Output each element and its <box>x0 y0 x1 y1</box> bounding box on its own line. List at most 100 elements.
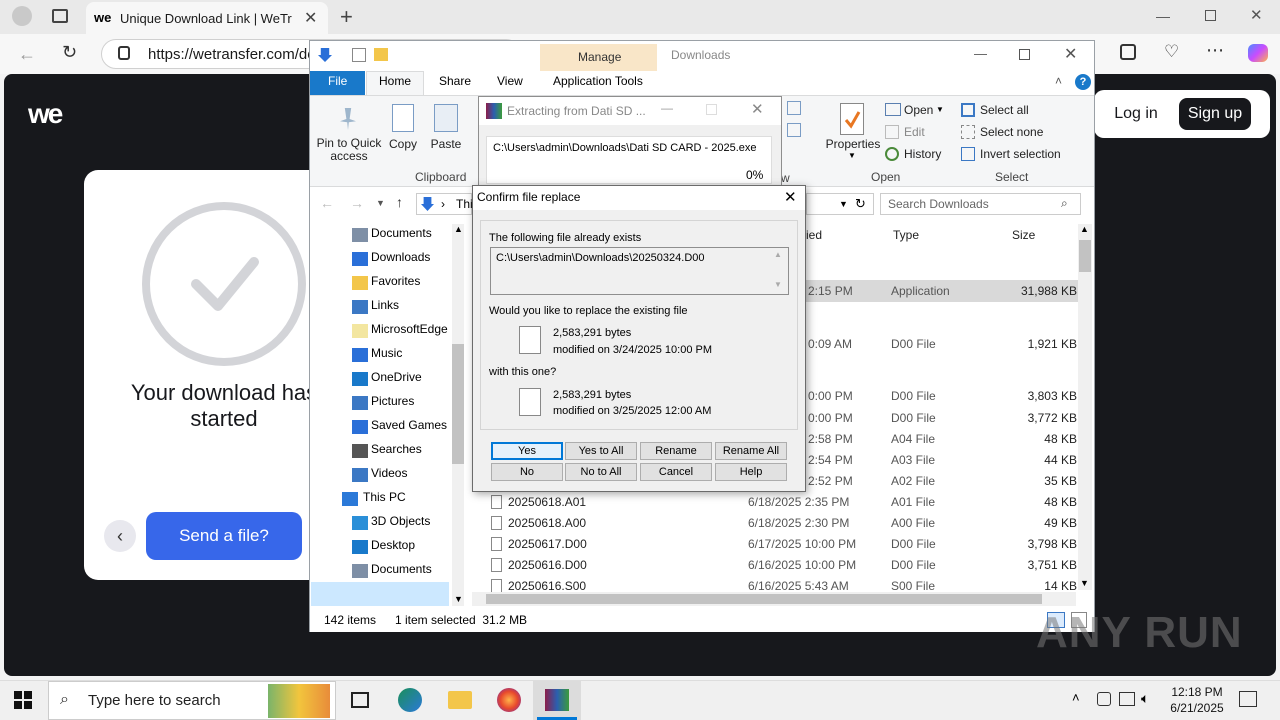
extract-close-icon[interactable]: ✕ <box>751 100 764 118</box>
address-path[interactable]: › This <box>416 193 479 215</box>
network-icon[interactable] <box>1119 692 1135 706</box>
more-menu-icon[interactable]: ⋯ <box>1206 40 1224 61</box>
tree-scroll-up-icon[interactable]: ▲ <box>454 224 463 234</box>
path-dropdown-icon[interactable]: ▼ <box>839 199 848 209</box>
tray-device-icon[interactable] <box>1097 692 1111 706</box>
history-button[interactable]: History <box>904 147 941 161</box>
properties-button[interactable]: Properties <box>824 137 882 151</box>
wetransfer-logo[interactable]: we <box>28 98 63 130</box>
tab-wetransfer[interactable]: we Unique Download Link | WeTransfer ✕ <box>86 2 328 34</box>
send-file-button[interactable]: Send a file? <box>146 512 302 560</box>
tab-share[interactable]: Share <box>439 74 471 88</box>
tree-item[interactable]: Music <box>371 346 402 360</box>
firefox-taskbar-icon[interactable] <box>497 688 521 712</box>
paste-button[interactable]: Paste <box>428 137 464 151</box>
file-explorer-taskbar-icon[interactable] <box>448 691 472 709</box>
tree-item[interactable]: Pictures <box>371 394 414 408</box>
nav-forward-icon[interactable]: → <box>350 195 364 211</box>
help-icon[interactable]: ? <box>1075 74 1091 90</box>
tree-item[interactable]: MicrosoftEdge <box>371 322 448 336</box>
new-tab-button[interactable]: + <box>340 4 353 30</box>
login-button[interactable]: Log in <box>1104 98 1168 130</box>
tree-item[interactable]: Videos <box>371 466 407 480</box>
horizontal-scroll-thumb[interactable] <box>486 594 1042 604</box>
rename-all-button[interactable]: Rename All <box>715 442 787 460</box>
tree-item[interactable]: Desktop <box>371 538 415 552</box>
tray-overflow-icon[interactable]: ˄ <box>1072 690 1080 705</box>
new-folder-qat-icon[interactable] <box>374 48 388 61</box>
collapse-ribbon-icon[interactable]: ˄ <box>1055 74 1062 88</box>
tree-item[interactable]: Documents <box>371 226 432 240</box>
search-downloads-input[interactable]: Search Downloads <box>880 193 1081 215</box>
close-tab-icon[interactable]: ✕ <box>304 8 317 28</box>
yes-button[interactable]: Yes <box>491 442 563 460</box>
lock-icon[interactable] <box>118 46 130 60</box>
tree-scroll-down-icon[interactable]: ▼ <box>454 594 463 604</box>
task-view-icon[interactable] <box>351 692 369 708</box>
move-to-icon[interactable] <box>787 101 801 115</box>
minimize-icon[interactable]: — <box>1156 8 1170 24</box>
winrar-taskbar-button[interactable] <box>533 681 581 720</box>
properties-dropdown-icon[interactable]: ▼ <box>848 151 856 160</box>
path-scroll-down-icon[interactable]: ▼ <box>774 280 782 289</box>
profile-icon[interactable] <box>12 6 32 26</box>
refresh-icon[interactable]: ↻ <box>62 42 77 63</box>
open-button[interactable]: Open <box>904 103 933 117</box>
tree-item[interactable]: This PC <box>363 490 406 504</box>
tree-item[interactable]: OneDrive <box>371 370 422 384</box>
file-scroll-thumb[interactable] <box>1079 240 1091 272</box>
notification-icon[interactable] <box>1239 691 1257 707</box>
help-button[interactable]: Help <box>715 463 787 481</box>
volume-icon[interactable]: 🔈︎ <box>1141 690 1149 707</box>
tree-item[interactable]: Saved Games <box>371 418 447 432</box>
tab-view[interactable]: View <box>497 74 523 88</box>
cancel-button[interactable]: Cancel <box>640 463 712 481</box>
address-path-end[interactable]: ▼ ↻ <box>806 193 874 215</box>
properties-qat-icon[interactable] <box>352 48 366 62</box>
windows-start-icon[interactable] <box>14 691 32 709</box>
horizontal-scrollbar[interactable] <box>472 592 1076 606</box>
path-scroll-up-icon[interactable]: ▲ <box>774 250 782 259</box>
tree-item[interactable]: Documents <box>371 562 432 576</box>
signup-button[interactable]: Sign up <box>1179 98 1251 130</box>
copilot-icon[interactable] <box>1248 44 1268 62</box>
open-dropdown-icon[interactable]: ▼ <box>936 105 944 114</box>
edit-button[interactable]: Edit <box>904 125 925 139</box>
refresh-path-icon[interactable]: ↻ <box>855 196 866 212</box>
no-to-all-button[interactable]: No to All <box>565 463 637 481</box>
explorer-minimize-icon[interactable]: — <box>974 46 987 61</box>
clock[interactable]: 12:18 PM 6/21/2025 <box>1160 684 1234 716</box>
select-all-button[interactable]: Select all <box>980 103 1029 117</box>
pin-to-quick-access-button[interactable]: Pin to Quick access <box>314 137 384 163</box>
tree-item[interactable]: Searches <box>371 442 422 456</box>
tab-actions-icon[interactable] <box>52 9 68 23</box>
invert-selection-button[interactable]: Invert selection <box>980 147 1061 161</box>
restore-icon[interactable] <box>1205 10 1216 21</box>
back-button[interactable]: ‹ <box>104 520 136 552</box>
select-none-button[interactable]: Select none <box>980 125 1043 139</box>
extract-minimize-icon[interactable]: — <box>661 101 673 115</box>
recent-locations-icon[interactable]: ▼ <box>376 198 385 208</box>
tree-scrollbar[interactable]: ▲ ▼ <box>452 224 464 606</box>
explorer-maximize-icon[interactable] <box>1019 49 1030 60</box>
no-button[interactable]: No <box>491 463 563 481</box>
extract-maximize-icon[interactable] <box>706 104 717 115</box>
manage-label[interactable]: Manage <box>578 50 621 64</box>
tree-item[interactable]: Favorites <box>371 274 420 288</box>
file-scroll-up-icon[interactable]: ▲ <box>1080 224 1089 234</box>
existing-path-box[interactable]: C:\Users\admin\Downloads\20250324.D00 ▲ … <box>490 247 789 295</box>
confirm-close-icon[interactable]: ✕ <box>784 188 797 206</box>
column-type[interactable]: Type <box>893 228 919 242</box>
nav-back-icon[interactable]: ← <box>320 195 334 211</box>
file-scroll-down-icon[interactable]: ▼ <box>1080 578 1089 588</box>
column-size[interactable]: Size <box>1012 228 1035 242</box>
rename-button[interactable]: Rename <box>640 442 712 460</box>
back-icon[interactable]: ← <box>18 44 36 65</box>
yes-to-all-button[interactable]: Yes to All <box>565 442 637 460</box>
tree-item[interactable]: Links <box>371 298 399 312</box>
file-scrollbar[interactable]: ▲ ▼ <box>1078 224 1092 590</box>
tree-item[interactable]: 3D Objects <box>371 514 430 528</box>
tab-application-tools[interactable]: Application Tools <box>553 74 643 88</box>
explorer-close-icon[interactable]: ✕ <box>1064 44 1077 64</box>
collections-icon[interactable] <box>1120 44 1136 60</box>
